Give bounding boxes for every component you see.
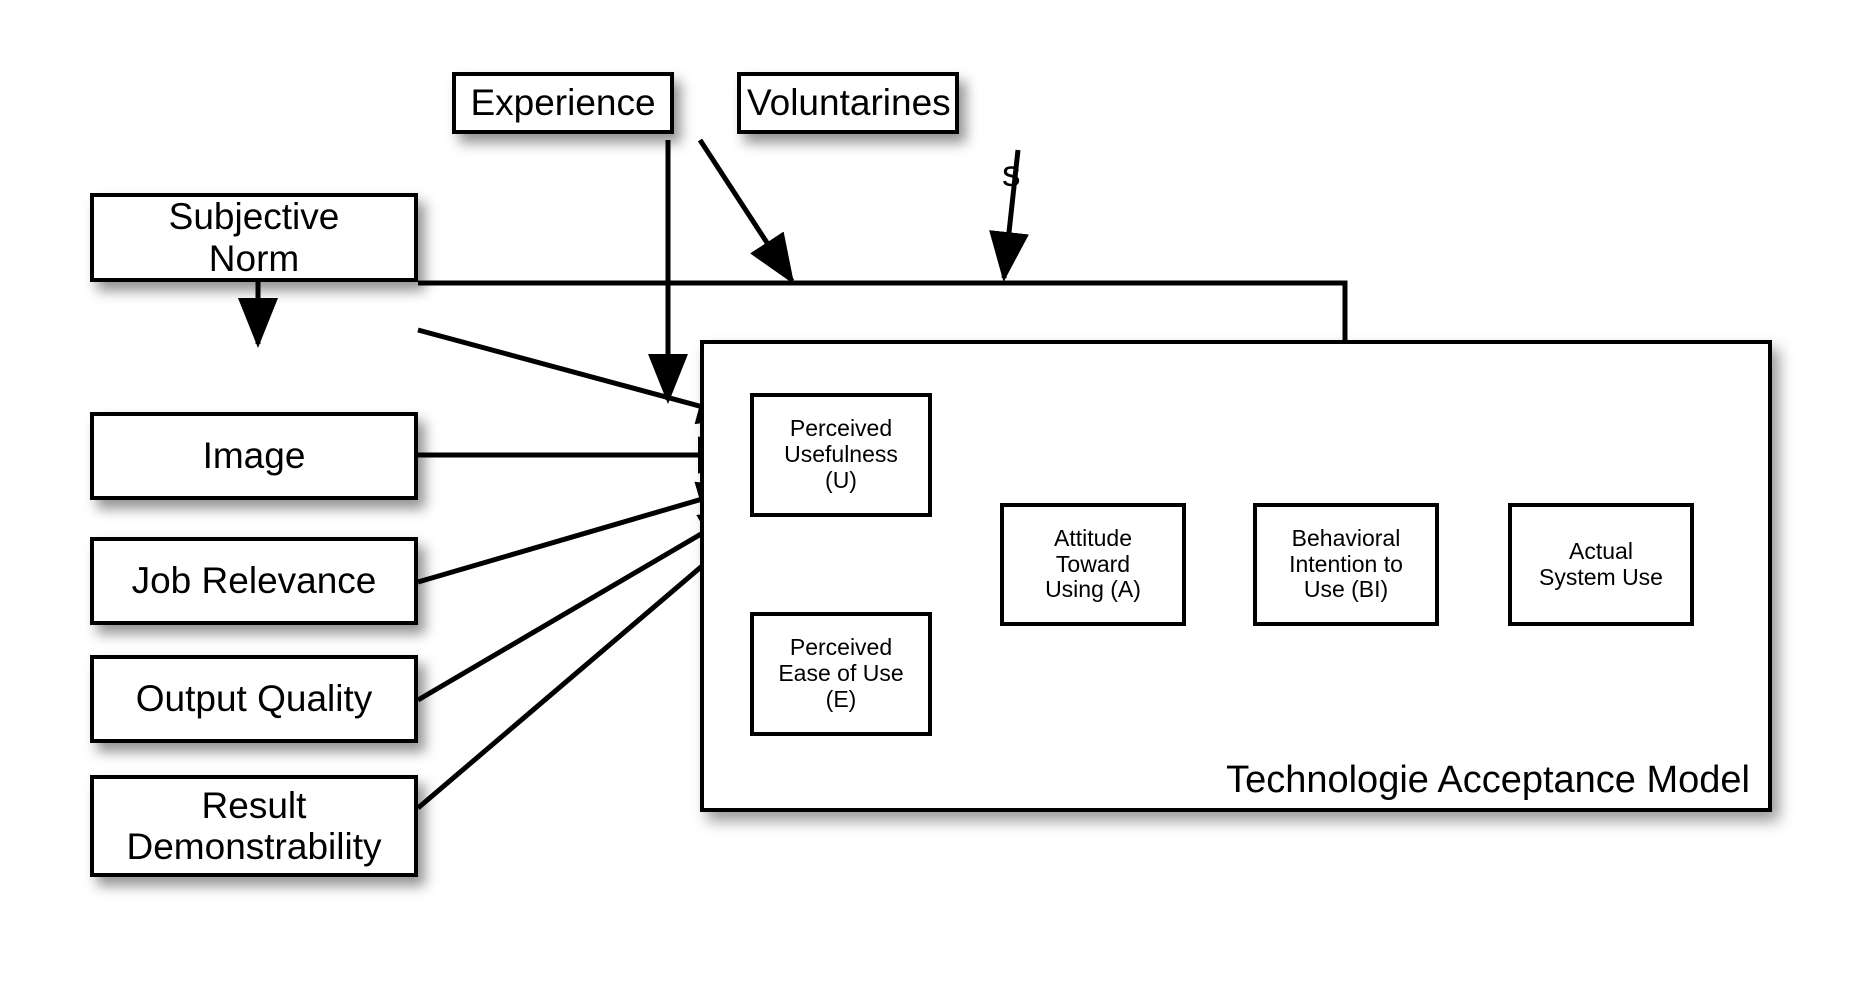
edge-norm-to-usefulness <box>417 327 743 425</box>
node-subjective-norm[interactable]: Subjective Norm <box>90 193 418 282</box>
tam-container-label: Technologie Acceptance Model <box>1226 759 1750 801</box>
node-job-relevance-label: Job Relevance <box>131 560 377 602</box>
node-image[interactable]: Image <box>90 412 418 500</box>
node-experience-label: Experience <box>470 82 656 124</box>
node-subjective-norm-line2: Norm <box>208 237 300 279</box>
node-attitude-toward-using[interactable]: Attitude Toward Using (A) <box>1000 503 1186 626</box>
node-result-demonstrability-line1: Result <box>201 784 307 826</box>
edge-experience-to-norm-link <box>697 138 795 285</box>
node-behavioral-intention-label: Behavioral Intention to Use (BI) <box>1257 524 1435 603</box>
node-actual-system-use-label: Actual System Use <box>1512 537 1690 591</box>
node-result-demonstrability-label: Result Demonstrability <box>94 785 414 868</box>
asu-line2: System Use <box>1539 563 1663 590</box>
node-behavioral-intention[interactable]: Behavioral Intention to Use (BI) <box>1253 503 1439 626</box>
node-voluntariness[interactable]: Voluntarines <box>737 72 959 134</box>
diagram-canvas: Technologie Acceptance Model Experience … <box>0 0 1876 988</box>
peou-line1: Perceived <box>789 634 893 661</box>
edge-job-relevance-to-usefulness <box>417 481 743 585</box>
att-line3: Using (A) <box>1045 576 1141 603</box>
node-voluntariness-overflow-text: s <box>1002 153 1021 194</box>
bi-line1: Behavioral <box>1291 524 1401 551</box>
node-perceived-usefulness[interactable]: Perceived Usefulness (U) <box>750 393 932 517</box>
node-output-quality[interactable]: Output Quality <box>90 655 418 743</box>
pu-line3: (U) <box>825 466 857 493</box>
att-line1: Attitude <box>1054 524 1132 551</box>
edge-output-quality-to-usefulness <box>416 507 745 703</box>
node-attitude-toward-using-label: Attitude Toward Using (A) <box>1004 524 1182 603</box>
peou-line3: (E) <box>825 685 857 712</box>
node-voluntariness-label: Voluntarines <box>747 82 951 124</box>
bi-line2: Intention to <box>1289 550 1403 577</box>
att-line2: Toward <box>1055 550 1131 577</box>
node-perceived-usefulness-label: Perceived Usefulness (U) <box>754 415 928 493</box>
pu-line1: Perceived <box>789 415 893 442</box>
node-perceived-ease-of-use-label: Perceived Ease of Use (E) <box>754 634 928 712</box>
node-output-quality-label: Output Quality <box>135 678 373 720</box>
node-job-relevance[interactable]: Job Relevance <box>90 537 418 625</box>
node-actual-system-use[interactable]: Actual System Use <box>1508 503 1694 626</box>
node-subjective-norm-label: Subjective Norm <box>94 196 414 279</box>
pu-line2: Usefulness <box>784 441 898 468</box>
node-result-demonstrability-line2: Demonstrability <box>126 826 382 867</box>
node-experience[interactable]: Experience <box>452 72 674 134</box>
peou-line2: Ease of Use <box>778 660 904 687</box>
node-subjective-norm-line1: Subjective <box>168 196 340 238</box>
node-image-label: Image <box>202 435 306 477</box>
asu-line1: Actual <box>1569 537 1633 564</box>
node-perceived-ease-of-use[interactable]: Perceived Ease of Use (E) <box>750 612 932 736</box>
node-result-demonstrability[interactable]: Result Demonstrability <box>90 775 418 877</box>
bi-line3: Use (BI) <box>1303 576 1389 603</box>
